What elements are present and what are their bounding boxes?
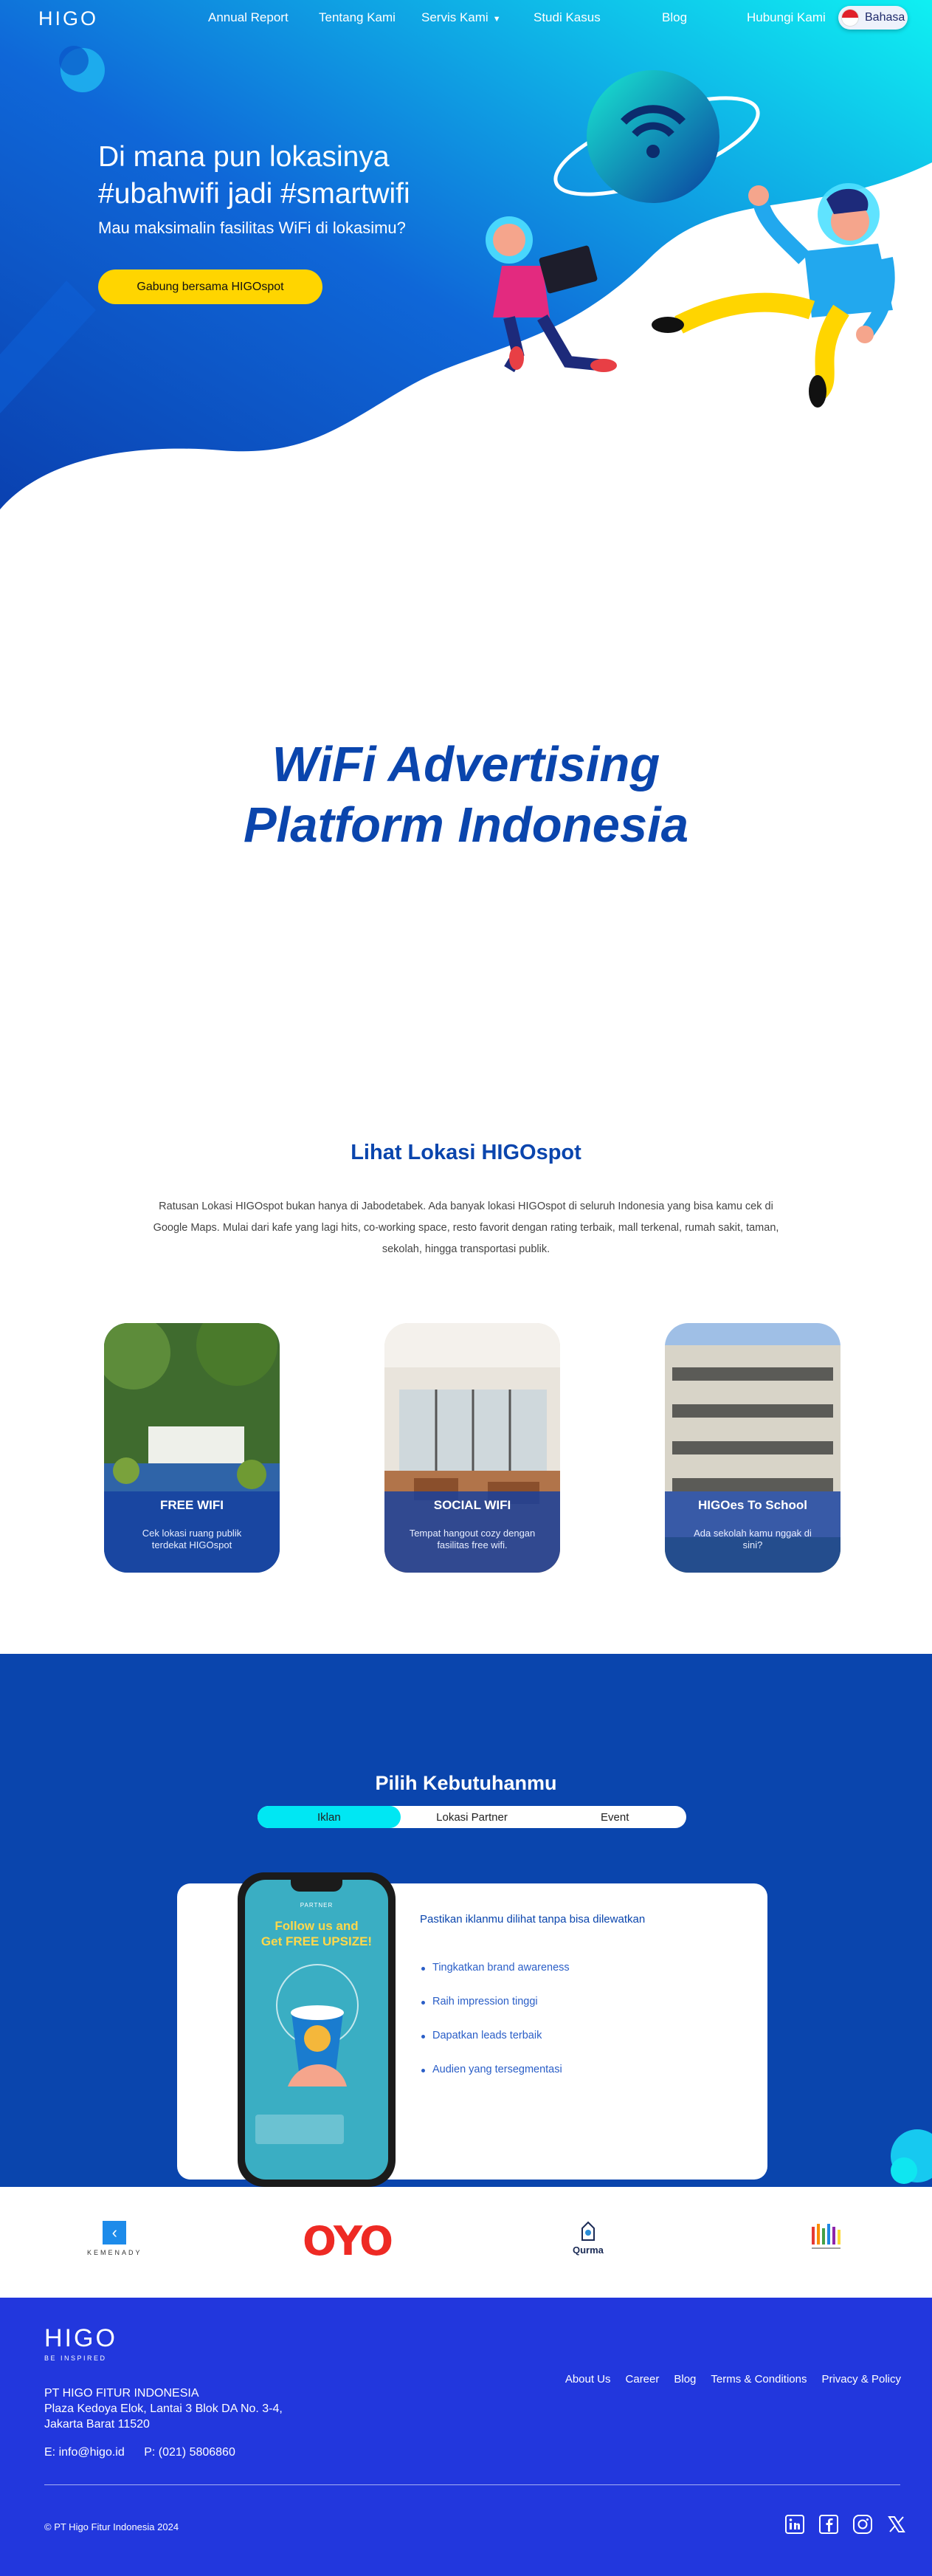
footer-phone[interactable]: P: (021) 5806860: [144, 2446, 235, 2459]
linkedin-icon[interactable]: [784, 2513, 806, 2535]
language-label: Bahasa: [865, 11, 905, 24]
company-name: PT HIGO FITUR INDONESIA: [44, 2387, 199, 2400]
colorful-bars-logo-icon: [812, 2224, 840, 2249]
card-desc: Tempat hangout cozy dengan fasilitas fre…: [409, 1528, 536, 1550]
qurma-label: Qurma: [573, 2244, 604, 2256]
tab-lokasi-partner[interactable]: Lokasi Partner: [401, 1806, 544, 1828]
bullet-icon: [421, 2069, 425, 2072]
phone-ad-line1: Follow us and: [275, 1919, 359, 1933]
address-line2: Jakarta Barat 11520: [44, 2418, 150, 2431]
list-item: Tingkatkan brand awareness: [420, 1962, 570, 1996]
footer-tagline: BE INSPIRED: [44, 2355, 107, 2362]
footer-logo[interactable]: HIGO: [44, 2324, 117, 2353]
card-higoes-to-school[interactable]: HIGOes To School Ada sekolah kamu nggak …: [665, 1323, 840, 1573]
qurma-logo-icon: [581, 2221, 595, 2241]
advertising-title-line2: Platform Indonesia: [243, 797, 689, 853]
footer-link-privacy[interactable]: Privacy & Policy: [821, 2373, 901, 2386]
footer-contact: E: info@higo.id P: (021) 5806860: [44, 2446, 235, 2459]
locations-description: Ratusan Lokasi HIGOspot bukan hanya di J…: [153, 1201, 779, 1255]
hero-title-line2: #ubahwifi jadi #smartwifi: [98, 178, 410, 210]
partners-strip: ‹ KEMENADY OYO Qurma: [0, 2187, 932, 2298]
phone-ad-text: Follow us and Get FREE UPSIZE!: [245, 1918, 388, 1949]
chevron-down-icon: ▼: [492, 15, 501, 24]
advertising-platform-title: WiFi Advertising Platform Indonesia: [0, 735, 932, 856]
hero-section: Di mana pun lokasinya #ubahwifi jadi #sm…: [0, 0, 932, 532]
list-item-label: Audien yang tersegmentasi: [432, 2064, 562, 2075]
card-desc: Cek lokasi ruang publik terdekat HIGOspo…: [142, 1528, 242, 1550]
locations-title: Lihat Lokasi HIGOspot: [351, 1141, 581, 1164]
bullet-icon: [421, 2001, 425, 2005]
phone-mockup: PARTNER Follow us and Get FREE UPSIZE!: [238, 1872, 396, 2187]
indonesia-flag-icon: [841, 9, 859, 27]
footer-links: About Us Career Blog Terms & Conditions …: [565, 2373, 901, 2386]
card-desc: Ada sekolah kamu nggak di sini?: [694, 1528, 812, 1550]
footer-email[interactable]: E: info@higo.id: [44, 2446, 125, 2459]
partner-colorful-logo: [809, 2221, 843, 2255]
footer-link-blog[interactable]: Blog: [674, 2373, 696, 2386]
needs-section: Pilih Kebutuhanmu Iklan Lokasi Partner E…: [0, 1654, 932, 2187]
footer-link-terms[interactable]: Terms & Conditions: [711, 2373, 807, 2386]
ice-cream-cup-illustration: [276, 1964, 359, 2086]
advertising-title-line1: WiFi Advertising: [272, 737, 660, 792]
list-item: Raih impression tinggi: [420, 1996, 570, 2030]
language-switcher[interactable]: Bahasa: [838, 6, 908, 30]
needs-tabs: Iklan Lokasi Partner Event: [258, 1806, 686, 1828]
decorative-bubble-icon: [891, 2129, 932, 2184]
bullet-icon: [421, 1967, 425, 1971]
phone-brand: PARTNER: [300, 1902, 334, 1909]
nav-studi-kasus[interactable]: Studi Kasus: [534, 10, 601, 25]
hero-subtitle: Mau maksimalin fasilitas WiFi di lokasim…: [98, 219, 406, 237]
hero-title-line1: Di mana pun lokasinya: [98, 141, 390, 173]
list-item-label: Tingkatkan brand awareness: [432, 1962, 570, 1974]
facebook-icon[interactable]: [818, 2513, 840, 2535]
address-line1: Plaza Kedoya Elok, Lantai 3 Blok DA No. …: [44, 2402, 283, 2415]
list-item: Audien yang tersegmentasi: [420, 2064, 570, 2098]
oyo-logo: OYO: [303, 2218, 393, 2264]
instagram-icon[interactable]: [852, 2513, 874, 2535]
site-header: HIGO Annual Report Tentang Kami Servis K…: [0, 0, 932, 35]
phone-screen: PARTNER Follow us and Get FREE UPSIZE!: [245, 1880, 388, 2180]
footer-link-career[interactable]: Career: [626, 2373, 660, 2386]
hero-background: [0, 0, 932, 532]
nav-blog[interactable]: Blog: [662, 10, 687, 25]
partner-qurma: Qurma: [573, 2221, 604, 2256]
higo-logo[interactable]: HIGO: [38, 7, 98, 30]
partner-kemenady: ‹ KEMENADY: [87, 2221, 142, 2256]
card-free-wifi[interactable]: FREE WIFI Cek lokasi ruang publik terdek…: [104, 1323, 280, 1573]
footer-link-about-us[interactable]: About Us: [565, 2373, 611, 2386]
x-twitter-icon[interactable]: [886, 2513, 908, 2535]
kemenady-label: KEMENADY: [87, 2249, 142, 2256]
footer-company-info: PT HIGO FITUR INDONESIA Plaza Kedoya Elo…: [44, 2386, 283, 2432]
nav-annual-report[interactable]: Annual Report: [208, 10, 289, 25]
partner-oyo: OYO: [303, 2218, 393, 2264]
site-footer: HIGO BE INSPIRED PT HIGO FITUR INDONESIA…: [0, 2298, 932, 2576]
card-social-wifi[interactable]: SOCIAL WIFI Tempat hangout cozy dengan f…: [384, 1323, 560, 1573]
list-item-label: Dapatkan leads terbaik: [432, 2030, 542, 2041]
list-item-label: Raih impression tinggi: [432, 1996, 538, 2007]
hero-title: Di mana pun lokasinya #ubahwifi jadi #sm…: [98, 139, 410, 213]
needs-title: Pilih Kebutuhanmu: [375, 1772, 557, 1794]
nav-servis-kami-label: Servis Kami: [421, 10, 489, 24]
kemenady-logo-icon: ‹: [103, 2221, 127, 2244]
nav-tentang-kami[interactable]: Tentang Kami: [319, 10, 396, 25]
join-higospot-button[interactable]: Gabung bersama HIGOspot: [98, 269, 322, 304]
card-title: FREE WIFI: [160, 1498, 224, 1512]
social-links: [784, 2513, 908, 2535]
list-item: Dapatkan leads terbaik: [420, 2030, 570, 2064]
bullet-icon: [421, 2035, 425, 2039]
card-title: HIGOes To School: [698, 1498, 807, 1512]
needs-headline: Pastikan iklanmu dilihat tanpa bisa dile…: [420, 1913, 646, 1926]
tab-iklan[interactable]: Iklan: [258, 1806, 401, 1828]
phone-notch: [291, 1880, 342, 1892]
phone-ad-line2: Get FREE UPSIZE!: [260, 1934, 373, 1948]
phone-terms-box: [255, 2115, 344, 2144]
footer-copyright: © PT Higo Fitur Indonesia 2024: [44, 2521, 179, 2532]
tab-event[interactable]: Event: [543, 1806, 686, 1828]
footer-divider: [44, 2484, 900, 2485]
nav-hubungi-kami[interactable]: Hubungi Kami: [747, 10, 826, 25]
needs-benefit-list: Tingkatkan brand awareness Raih impressi…: [420, 1962, 570, 2098]
nav-servis-kami[interactable]: Servis Kami ▼: [421, 10, 501, 25]
card-title: SOCIAL WIFI: [433, 1498, 511, 1512]
